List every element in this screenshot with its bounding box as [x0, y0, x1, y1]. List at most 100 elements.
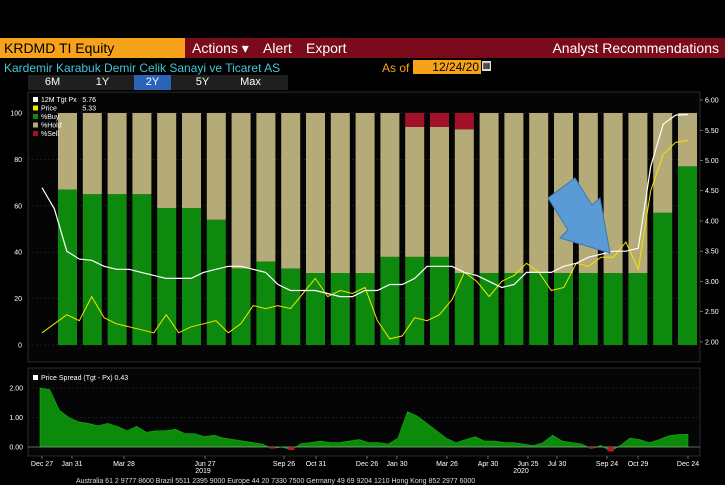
- right-axis-tick: 4.50: [705, 188, 719, 195]
- bar-hold: [107, 113, 127, 195]
- bar-sell: [430, 113, 449, 127]
- legend-swatch: [33, 131, 38, 136]
- x-axis-tick: Jan 30: [386, 461, 407, 468]
- bar-hold: [231, 113, 251, 269]
- bar-hold: [330, 113, 350, 274]
- x-axis-tick: Jun 27: [194, 461, 215, 468]
- x-axis-tick: Jan 31: [61, 461, 82, 468]
- x-axis-tick: Oct 31: [306, 461, 327, 468]
- bar-buy: [82, 194, 102, 345]
- legend-label: Price: [41, 106, 57, 113]
- bar-hold: [355, 113, 375, 274]
- x-axis-tick: Dec 27: [31, 461, 53, 468]
- bar-buy: [231, 268, 251, 345]
- bar-hold: [306, 113, 325, 274]
- right-axis-tick: 3.00: [705, 279, 719, 286]
- bar-buy: [405, 256, 425, 345]
- bar-buy: [479, 273, 499, 345]
- x-axis-tick: Apr 30: [478, 461, 499, 468]
- left-axis-tick: 0: [18, 343, 22, 350]
- x-axis-tick: Oct 29: [628, 461, 649, 468]
- legend-label: %Buy: [41, 114, 60, 121]
- bar-buy: [603, 273, 623, 345]
- spread-axis-tick: 2.00: [9, 386, 23, 393]
- x-axis-tick: Sep 26: [273, 461, 295, 468]
- legend-swatch: [33, 114, 38, 119]
- right-axis-tick: 6.00: [705, 98, 719, 105]
- bar-buy: [653, 212, 673, 345]
- legend-label: %Hold: [41, 123, 62, 130]
- x-axis-tick: Jun 25: [517, 461, 538, 468]
- x-axis-tick: Mar 26: [436, 461, 458, 468]
- bar-buy: [554, 273, 573, 345]
- bar-buy: [678, 166, 697, 345]
- bar-buy: [454, 273, 474, 345]
- bar-hold: [182, 113, 201, 209]
- bar-hold: [132, 113, 152, 195]
- bar-hold: [405, 126, 425, 257]
- legend-swatch: [33, 122, 38, 128]
- right-axis-tick: 2.50: [705, 309, 719, 316]
- spread-negative: [607, 447, 614, 452]
- bar-hold: [430, 126, 449, 257]
- bar-buy: [330, 273, 350, 345]
- spread-negative: [269, 447, 276, 449]
- year-label: 2020: [513, 468, 529, 475]
- bar-hold: [380, 113, 400, 257]
- legend-value: 5.76: [82, 97, 96, 104]
- bar-hold: [157, 113, 177, 209]
- bar-hold: [206, 113, 226, 220]
- main-chart-panel: 100 80 60 40 20 0 6.00 5.50 5.00 4.50 4.00 3.50 3.00…: [10, 91, 719, 363]
- spread-negative: [588, 447, 595, 449]
- legend-label: %Sell: [41, 131, 59, 138]
- x-axis-tick: Mar 28: [113, 461, 135, 468]
- bar-buy: [380, 256, 400, 345]
- spread-axis-tick: 1.00: [9, 415, 23, 422]
- x-axis-tick: Dec 26: [356, 461, 378, 468]
- left-axis-tick: 100: [10, 111, 22, 118]
- bar-hold: [454, 129, 474, 274]
- spread-axis-tick: 0.00: [9, 445, 23, 452]
- bar-hold: [628, 113, 648, 274]
- recommendations-chart: 100 80 60 40 20 0 6.00 5.50 5.00 4.50 4.00 3.50 3.00…: [9, 91, 719, 475]
- footer-contacts: Australia 61 2 9777 8600 Brazil 5511 239…: [76, 478, 476, 485]
- bar-hold: [504, 113, 524, 274]
- bar-hold: [678, 113, 697, 167]
- bar-hold: [82, 113, 102, 195]
- bar-buy: [58, 189, 77, 345]
- bar-buy: [529, 273, 549, 345]
- legend-swatch: [33, 105, 38, 111]
- bar-buy: [578, 273, 598, 345]
- bar-buy: [430, 256, 449, 345]
- left-axis-tick: 40: [14, 250, 22, 257]
- left-axis-tick: 60: [14, 203, 22, 210]
- spread-legend-swatch: [33, 375, 38, 380]
- spread-negative: [288, 447, 295, 450]
- right-axis-tick: 5.50: [705, 128, 719, 135]
- right-axis-tick: 2.00: [705, 339, 719, 346]
- year-label: 2019: [195, 468, 211, 475]
- x-axis-tick: Dec 24: [677, 461, 699, 468]
- right-axis-tick: 3.50: [705, 249, 719, 256]
- left-axis-tick: 20: [14, 296, 22, 303]
- bar-sell: [454, 113, 474, 130]
- left-axis-tick: 80: [14, 157, 22, 164]
- legend-value: 5.33: [82, 106, 96, 113]
- bar-buy: [182, 208, 201, 345]
- bar-hold: [529, 113, 549, 274]
- bar-buy: [355, 273, 375, 345]
- bar-buy: [306, 273, 325, 345]
- spread-chart-panel: 2.00 1.00 0.00 Price Spread (Tgt - Px) 0.43…: [9, 367, 701, 475]
- bar-buy: [132, 194, 152, 345]
- right-axis-tick: 5.00: [705, 158, 719, 165]
- x-axis-tick: Jul 30: [548, 461, 567, 468]
- legend-swatch: [33, 97, 38, 102]
- right-axis-tick: 4.00: [705, 218, 719, 225]
- x-axis-tick: Sep 24: [596, 461, 618, 468]
- bar-sell: [405, 113, 425, 127]
- bar-hold: [256, 113, 276, 262]
- bar-buy: [256, 261, 276, 345]
- bar-buy: [206, 219, 226, 345]
- bar-buy: [628, 273, 648, 345]
- bar-hold: [281, 113, 301, 269]
